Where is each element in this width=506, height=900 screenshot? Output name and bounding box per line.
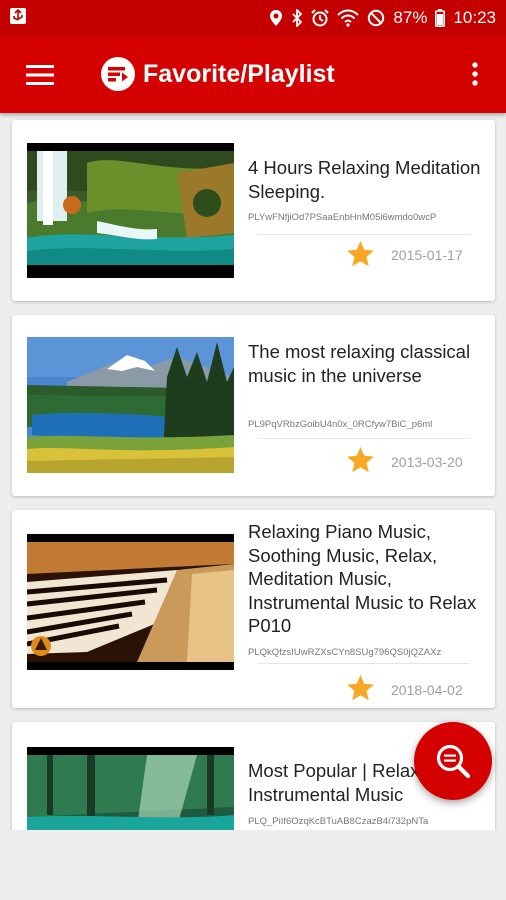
playlist-thumbnail — [27, 143, 234, 278]
playlist-id: PL9PqVRbzGoibU4n0x_0RCfyw7BiC_p6ml — [248, 419, 433, 430]
playlist-card[interactable]: Relaxing Piano Music, Soothing Music, Re… — [12, 510, 495, 708]
overflow-menu-button[interactable] — [466, 60, 484, 90]
playlist-title: The most relaxing classical music in the… — [248, 341, 471, 386]
clock-time: 10:23 — [453, 8, 496, 27]
favorite-star-icon[interactable] — [345, 239, 376, 269]
playlist-date: 2013-03-20 — [391, 454, 463, 470]
do-not-disturb-icon — [367, 9, 385, 27]
playlist-thumbnail — [27, 534, 234, 670]
page-title: Favorite/Playlist — [143, 60, 335, 88]
usb-icon — [8, 6, 28, 31]
hamburger-menu-icon — [26, 65, 54, 85]
bluetooth-icon — [291, 9, 303, 27]
playlist-id: PLQkQfzsIUwRZXsCYn8SUg796QS0jQZAXz — [248, 647, 442, 658]
playlist-id: PLYwFNfjiOd7PSaaEnbHnM05i6wmdo0wcP — [248, 212, 437, 223]
divider — [258, 234, 470, 235]
more-vert-icon — [472, 62, 478, 86]
app-bar: Favorite/Playlist — [0, 36, 506, 113]
playlist-card[interactable]: The most relaxing classical music in the… — [12, 315, 495, 496]
playlist-title: 4 Hours Relaxing Meditation Sleeping. — [248, 157, 481, 202]
battery-percent: 87% — [393, 8, 428, 27]
location-icon — [269, 9, 283, 27]
playlist-thumbnail — [27, 747, 234, 830]
favorite-star-icon[interactable] — [345, 673, 376, 703]
playlist-card[interactable]: 4 Hours Relaxing Meditation Sleeping. PL… — [12, 120, 495, 301]
favorite-star-icon[interactable] — [345, 445, 376, 475]
playlist-date: 2015-01-17 — [391, 247, 463, 263]
search-icon — [436, 744, 471, 779]
playlist-date: 2018-04-02 — [391, 682, 463, 698]
status-bar: 87% 10:23 — [0, 0, 506, 36]
divider — [258, 663, 470, 664]
divider — [258, 438, 470, 439]
wifi-icon — [337, 9, 360, 27]
playlist-id: PLQ_PiIf6OzqKcBTuAB8CzazB4i732pNTa — [248, 816, 429, 827]
playlist-list: 4 Hours Relaxing Meditation Sleeping. PL… — [0, 113, 506, 830]
search-fab-button[interactable] — [414, 722, 492, 800]
app-logo-icon — [100, 56, 136, 92]
battery-icon — [435, 9, 446, 27]
playlist-title: Relaxing Piano Music, Soothing Music, Re… — [248, 521, 477, 636]
bottom-spacer — [0, 830, 506, 900]
alarm-icon — [311, 9, 330, 27]
menu-button[interactable] — [26, 64, 54, 86]
playlist-thumbnail — [27, 337, 234, 473]
